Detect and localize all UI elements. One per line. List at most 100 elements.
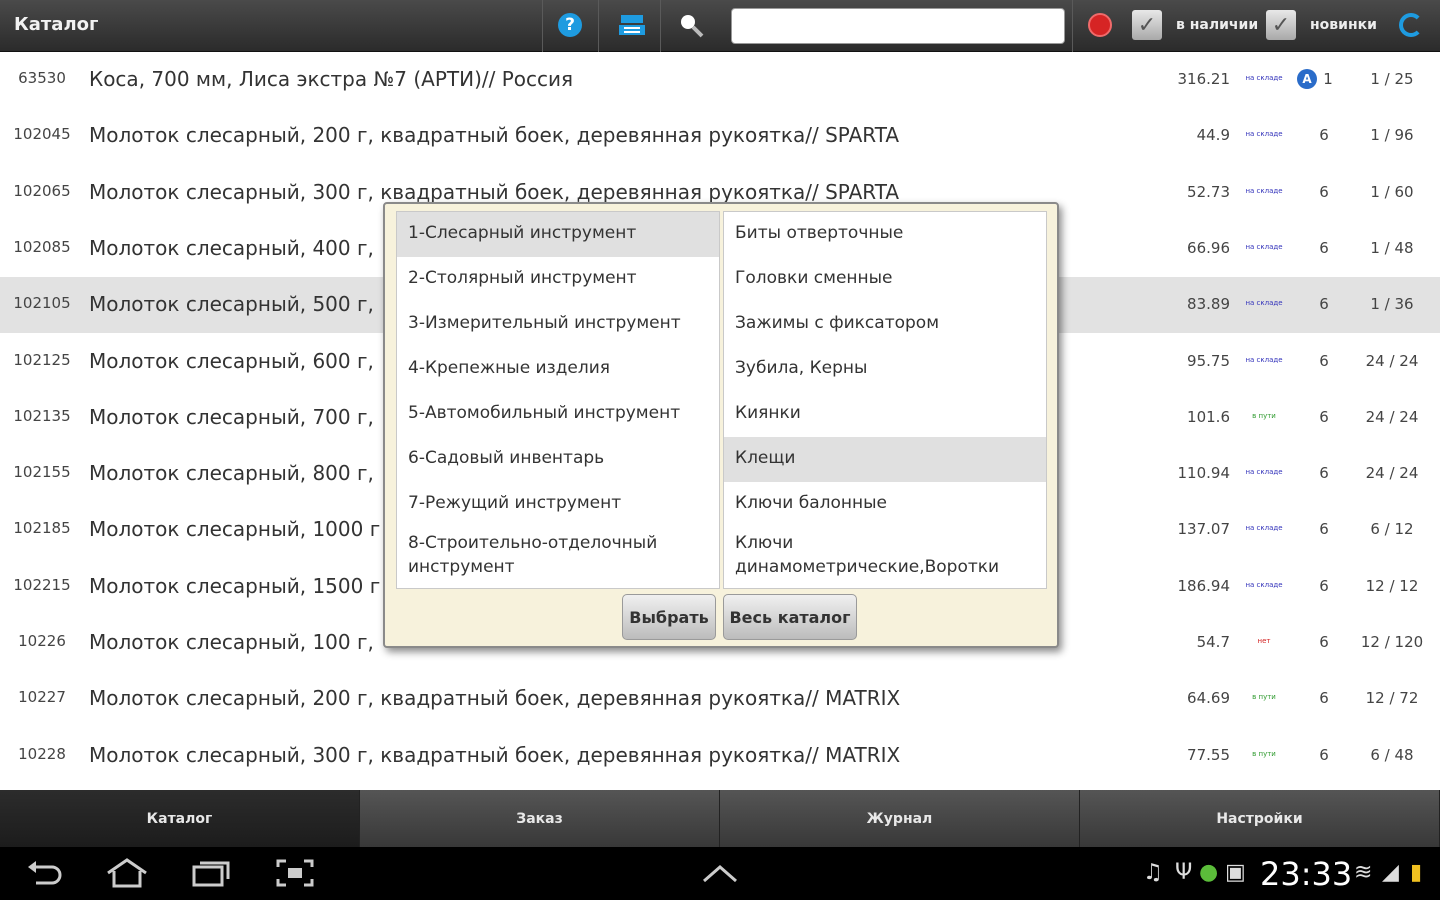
- product-price: 54.7: [1196, 633, 1230, 651]
- product-code: 102105: [13, 294, 71, 313]
- product-code: 102135: [13, 406, 71, 425]
- app-title: Каталог: [14, 14, 99, 35]
- recent-apps-icon[interactable]: [190, 857, 232, 889]
- subcategory-item[interactable]: Ключи балонные: [724, 482, 1046, 527]
- subcategory-item[interactable]: Зубила, Керны: [724, 347, 1046, 392]
- music-icon: ♫: [1143, 860, 1163, 885]
- product-code: 63530: [18, 69, 66, 87]
- product-quantity: 1: [1323, 70, 1333, 88]
- search-icon[interactable]: [676, 10, 706, 40]
- subcategory-item[interactable]: Киянки: [724, 392, 1046, 437]
- product-quantity: 6: [1319, 351, 1329, 370]
- table-row[interactable]: 10227 Молоток слесарный, 200 г, квадратны…: [0, 671, 1440, 727]
- barcode-icon[interactable]: [617, 10, 647, 40]
- subcategory-item[interactable]: Клещи: [724, 437, 1046, 482]
- new-items-checkbox[interactable]: ✓: [1266, 10, 1296, 40]
- search-input[interactable]: [731, 8, 1065, 44]
- subcategory-item[interactable]: Головки сменные: [724, 257, 1046, 302]
- category-item[interactable]: 6-Садовый инвентарь: [397, 437, 719, 482]
- battery-icon: ▮: [1410, 860, 1423, 885]
- product-quantity: 6: [1319, 126, 1329, 145]
- checkmark-icon: ✓: [1266, 10, 1296, 40]
- availability-status: на складе: [1245, 186, 1283, 195]
- product-quantity: 6: [1319, 295, 1329, 314]
- product-code: 102125: [13, 350, 71, 369]
- pack-size: 12 / 72: [1365, 689, 1419, 708]
- pack-size: 12 / 12: [1365, 576, 1419, 595]
- product-name: Молоток слесарный, 300 г, квадратный бое…: [89, 742, 901, 767]
- pack-size: 1 / 60: [1370, 182, 1414, 201]
- product-name: Молоток слесарный, 200 г, квадратный бое…: [89, 686, 901, 711]
- back-icon[interactable]: [24, 857, 64, 889]
- bottom-tab-bar: Каталог Заказ Журнал Настройки: [0, 790, 1440, 847]
- refresh-icon[interactable]: [1396, 10, 1426, 40]
- product-price: 52.73: [1187, 182, 1230, 201]
- product-code: 102155: [13, 463, 71, 482]
- category-item[interactable]: 8-Строительно-отделочный инструмент: [397, 527, 719, 577]
- home-icon[interactable]: [104, 857, 150, 889]
- pack-size: 6 / 48: [1370, 745, 1414, 764]
- category-item[interactable]: 4-Крепежные изделия: [397, 347, 719, 392]
- product-price: 316.21: [1177, 70, 1231, 88]
- category-item[interactable]: 5-Автомобильный инструмент: [397, 392, 719, 437]
- product-price: 137.07: [1177, 520, 1231, 539]
- product-code: 102215: [13, 575, 71, 594]
- availability-status: в пути: [1252, 749, 1276, 758]
- category-item[interactable]: 1-Слесарный инструмент: [397, 212, 719, 257]
- product-price: 66.96: [1187, 238, 1230, 257]
- product-code: 10227: [18, 688, 66, 707]
- in-stock-checkbox[interactable]: ✓: [1132, 10, 1162, 40]
- table-row[interactable]: 10228 Молоток слесарный, 300 г, квадратны…: [0, 728, 1440, 784]
- all-catalog-button[interactable]: Весь каталог: [723, 594, 857, 640]
- subcategory-item[interactable]: Зажимы с фиксатором: [724, 302, 1046, 347]
- product-quantity: 6: [1319, 520, 1329, 539]
- pack-size: 24 / 24: [1365, 407, 1419, 426]
- table-row[interactable]: 102045 Молоток слесарный, 200 г, квадратн…: [0, 108, 1440, 164]
- toolbar-divider: [660, 0, 661, 52]
- pack-size: 12 / 120: [1360, 633, 1424, 651]
- checkmark-icon: ✓: [1132, 10, 1162, 40]
- select-button[interactable]: Выбрать: [622, 594, 716, 640]
- chevron-up-icon[interactable]: [698, 857, 742, 889]
- product-code: 102045: [13, 125, 71, 144]
- pack-size: 1 / 36: [1370, 295, 1414, 314]
- availability-status: нет: [1257, 637, 1271, 645]
- category-item[interactable]: 2-Столярный инструмент: [397, 257, 719, 302]
- product-code: 10228: [18, 744, 66, 763]
- availability-status: на складе: [1245, 130, 1283, 139]
- subcategory-list[interactable]: Биты отверточные Головки сменные Зажимы с …: [723, 211, 1047, 589]
- tab-3[interactable]: Настройки: [1080, 790, 1440, 847]
- subcategory-item[interactable]: Биты отверточные: [724, 212, 1046, 257]
- product-quantity: 6: [1319, 182, 1329, 201]
- category-item[interactable]: 7-Режущий инструмент: [397, 482, 719, 527]
- toolbar-divider: [1072, 0, 1073, 52]
- product-code: 102185: [13, 519, 71, 538]
- subcategory-item[interactable]: Ключи динамометрические,Воротки: [724, 527, 1046, 577]
- product-name: Молоток слесарный, 200 г, квадратный бое…: [89, 123, 900, 148]
- signal-icon: ◢: [1382, 860, 1399, 885]
- availability-status: в пути: [1252, 693, 1276, 702]
- system-nav-bar: ♫ Ψ ● ▣ 23:33 ≋ ◢ ▮: [0, 847, 1440, 900]
- product-price: 64.69: [1187, 689, 1230, 708]
- help-icon[interactable]: ?: [555, 10, 585, 40]
- pack-size: 24 / 24: [1365, 351, 1419, 370]
- availability-status: на складе: [1245, 242, 1283, 251]
- pack-size: 1 / 96: [1370, 126, 1414, 145]
- product-quantity: 6: [1319, 238, 1329, 257]
- category-item[interactable]: 3-Измерительный инструмент: [397, 302, 719, 347]
- tab-1[interactable]: Заказ: [360, 790, 720, 847]
- wifi-icon: ≋: [1354, 860, 1373, 885]
- table-row[interactable]: 63530 Коса, 700 мм, Лиса экстра №7 (АРТИ)…: [0, 52, 1440, 108]
- product-quantity: 6: [1319, 633, 1329, 651]
- tab-0[interactable]: Каталог: [0, 790, 360, 847]
- category-list[interactable]: 1-Слесарный инструмент 2-Столярный инстру…: [396, 211, 720, 589]
- new-items-label: новинки: [1310, 17, 1377, 33]
- screenshot-icon[interactable]: [274, 857, 316, 889]
- product-quantity: 6: [1319, 576, 1329, 595]
- product-price: 83.89: [1187, 295, 1230, 314]
- toolbar-divider: [542, 0, 543, 52]
- tab-2[interactable]: Журнал: [720, 790, 1080, 847]
- clear-icon[interactable]: [1085, 10, 1115, 40]
- availability-status: на складе: [1245, 524, 1283, 533]
- in-stock-label: в наличии: [1176, 17, 1259, 33]
